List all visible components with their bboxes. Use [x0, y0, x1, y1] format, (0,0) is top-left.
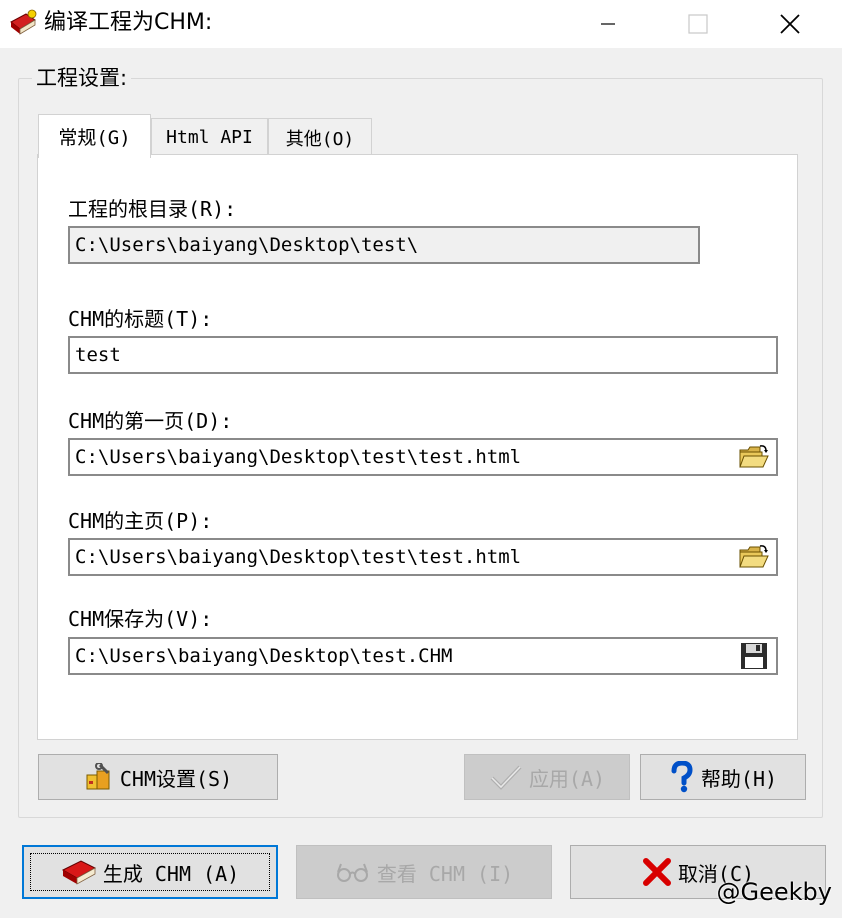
chm-title-input[interactable]: test: [68, 336, 778, 374]
save-as-label: CHM保存为(V):: [68, 607, 213, 631]
chm-settings-label: CHM设置(S): [119, 766, 233, 791]
view-chm-label: 查看 CHM (I): [376, 861, 514, 886]
save-as-browse-button[interactable]: [736, 641, 772, 671]
chm-title-label: CHM的标题(T):: [68, 307, 213, 331]
project-settings-label: 工程设置:: [32, 64, 132, 92]
home-page-browse-button[interactable]: [736, 542, 772, 572]
tab-other[interactable]: 其他(O): [268, 118, 372, 156]
tab-html-api[interactable]: Html API: [151, 118, 268, 156]
first-page-input[interactable]: C:\Users\baiyang\Desktop\test\test.html: [68, 438, 778, 476]
app-icon[interactable]: [8, 8, 38, 38]
apply-button[interactable]: 应用(A): [464, 754, 630, 800]
help-button[interactable]: 帮助(H): [640, 754, 806, 800]
close-icon: [780, 14, 800, 34]
red-x-icon: [642, 858, 671, 886]
maximize-button[interactable]: [670, 0, 726, 48]
minimize-button[interactable]: [580, 0, 636, 48]
apply-label: 应用(A): [528, 766, 606, 791]
root-dir-field[interactable]: C:\Users\baiyang\Desktop\test\: [68, 226, 700, 264]
close-button[interactable]: [762, 0, 818, 48]
root-dir-label: 工程的根目录(R):: [68, 197, 237, 221]
glasses-icon: [336, 863, 368, 882]
generate-chm-button[interactable]: 生成 CHM (A): [22, 845, 278, 899]
open-folder-icon: [739, 445, 769, 468]
save-as-input[interactable]: C:\Users\baiyang\Desktop\test.CHM: [68, 637, 778, 675]
home-page-label: CHM的主页(P):: [68, 509, 213, 533]
floppy-disk-icon: [741, 643, 767, 669]
question-mark-icon: [671, 761, 693, 793]
window-title: 编译工程为CHM:: [44, 10, 213, 35]
view-chm-button[interactable]: 查看 CHM (I): [296, 845, 552, 899]
chm-settings-button[interactable]: CHM设置(S): [38, 754, 278, 800]
home-page-input[interactable]: C:\Users\baiyang\Desktop\test\test.html: [68, 538, 778, 576]
focus-rectangle: [30, 853, 270, 891]
tab-general[interactable]: 常规(G): [38, 114, 151, 158]
settings-box-icon: [86, 763, 110, 790]
help-label: 帮助(H): [700, 766, 778, 791]
checkmark-icon: [490, 765, 522, 790]
first-page-label: CHM的第一页(D):: [68, 409, 233, 433]
open-folder-icon: [739, 545, 769, 568]
watermark: @Geekby: [716, 878, 832, 906]
first-page-browse-button[interactable]: [736, 442, 772, 472]
